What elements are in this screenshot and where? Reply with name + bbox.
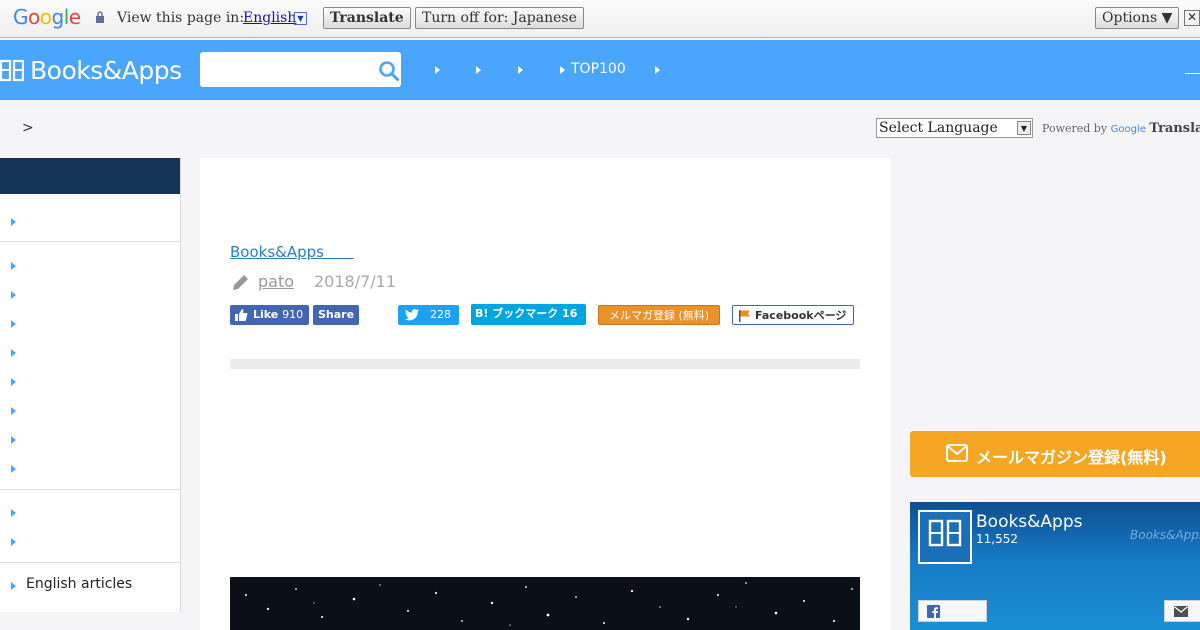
chevron-down-icon: ▼ xyxy=(1017,121,1031,135)
sidebar-item-3[interactable] xyxy=(11,291,16,299)
mail-magazine-button[interactable]: メールマガジン登録(無料) xyxy=(910,431,1200,477)
facebook-page-plugin[interactable]: Books&Apps 11,552 Books&Apps xyxy=(910,502,1200,630)
flag-icon xyxy=(739,310,750,322)
sidebar-item-english-articles[interactable]: English articles xyxy=(26,576,132,592)
mail-icon xyxy=(946,444,968,462)
nav-item-5[interactable] xyxy=(655,66,660,74)
view-page-label: View this page in: xyxy=(117,10,245,26)
language-select[interactable]: Select Language ▼ xyxy=(876,118,1033,138)
envelope-icon xyxy=(1174,606,1188,617)
article-card: Books&Apps pato 2018/7/11 Like 910 Share… xyxy=(200,158,890,630)
sidebar-divider xyxy=(0,489,180,490)
sidebar-divider xyxy=(0,241,180,242)
powered-by-label: Powered by xyxy=(1042,122,1108,135)
facebook-page-label: Facebookページ xyxy=(755,309,847,322)
site-logo-text: Books&Apps xyxy=(30,55,182,85)
search-icon[interactable] xyxy=(378,60,400,82)
facebook-page-like-button[interactable] xyxy=(918,600,987,622)
twitter-bird-icon xyxy=(405,309,419,321)
left-sidebar: English articles xyxy=(0,158,181,612)
nav-item-1[interactable] xyxy=(435,66,440,74)
sidebar-item-1[interactable] xyxy=(11,218,16,226)
translate-label: Translate xyxy=(1149,121,1200,136)
language-dropdown-icon[interactable]: ▼ xyxy=(294,12,307,25)
tweet-button[interactable]: 228 xyxy=(398,305,459,325)
facebook-like-button[interactable]: Like 910 xyxy=(230,305,309,325)
language-link[interactable]: English xyxy=(243,10,296,26)
close-icon[interactable]: ✕ xyxy=(1184,10,1200,26)
mail-magazine-label: メールマガジン登録(無料) xyxy=(976,448,1167,467)
options-button[interactable]: Options ▼ xyxy=(1095,7,1180,29)
sidebar-header xyxy=(0,158,180,194)
site-logo[interactable]: Books&Apps xyxy=(0,54,182,86)
category-link[interactable]: Books&Apps xyxy=(230,241,354,262)
tweet-count: 228 xyxy=(430,308,451,321)
breadcrumb[interactable]: > xyxy=(22,120,34,136)
pencil-icon xyxy=(233,275,248,290)
cover-watermark: Books&Apps xyxy=(1130,528,1200,542)
sidebar-item-english-arrow xyxy=(11,582,16,590)
sidebar-item-10[interactable] xyxy=(11,509,16,517)
facebook-page-name[interactable]: Books&Apps xyxy=(976,512,1083,532)
facebook-like-count: 11,552 xyxy=(976,532,1018,546)
sidebar-item-8[interactable] xyxy=(11,436,16,444)
like-label: Like xyxy=(253,308,279,321)
search-box[interactable] xyxy=(200,52,401,87)
powered-by-google-translate[interactable]: Powered by Google Translate xyxy=(1042,121,1200,136)
hatena-bookmark-button[interactable]: B! ブックマーク 16 xyxy=(471,304,586,325)
sidebar-item-11[interactable] xyxy=(11,538,16,546)
sidebar-divider xyxy=(0,562,180,563)
sidebar-item-7[interactable] xyxy=(11,407,16,415)
facebook-message-button[interactable] xyxy=(1164,600,1200,622)
publish-date: 2018/7/11 xyxy=(314,272,397,291)
author-link[interactable]: pato xyxy=(258,272,294,291)
nav-item-3[interactable] xyxy=(518,66,523,74)
google-translate-bar: Google View this page in: English ▼ Tran… xyxy=(0,0,1200,38)
turn-off-button[interactable]: Turn off for: Japanese xyxy=(415,7,584,29)
ad-placeholder-bar xyxy=(230,359,860,369)
google-logo: Google xyxy=(13,5,81,29)
thumbs-up-icon xyxy=(235,309,248,321)
logo-icon xyxy=(0,59,24,82)
nav-item-top100-arrow xyxy=(560,66,565,74)
facebook-page-avatar[interactable] xyxy=(918,510,972,564)
facebook-page-button[interactable]: Facebookページ xyxy=(732,305,854,325)
sidebar-item-4[interactable] xyxy=(11,320,16,328)
nav-item-top100[interactable]: TOP100 xyxy=(571,61,626,77)
translate-button[interactable]: Translate xyxy=(323,7,411,29)
sidebar-item-2[interactable] xyxy=(11,262,16,270)
like-count: 910 xyxy=(282,308,304,321)
facebook-share-button[interactable]: Share xyxy=(313,305,359,325)
search-input[interactable] xyxy=(208,58,368,80)
language-select-value: Select Language xyxy=(879,120,998,136)
books-apps-logo-icon xyxy=(928,519,962,547)
article-hero-image xyxy=(230,577,860,630)
menu-icon[interactable] xyxy=(1185,73,1200,74)
sidebar-item-9[interactable] xyxy=(11,465,16,473)
facebook-icon xyxy=(927,605,940,618)
lock-icon xyxy=(96,11,104,23)
google-small-logo: Google xyxy=(1110,124,1146,135)
sidebar-item-5[interactable] xyxy=(11,349,16,357)
newsletter-signup-button[interactable]: メルマガ登録 (無料) xyxy=(598,305,720,325)
sidebar-item-6[interactable] xyxy=(11,378,16,386)
nav-item-2[interactable] xyxy=(476,66,481,74)
